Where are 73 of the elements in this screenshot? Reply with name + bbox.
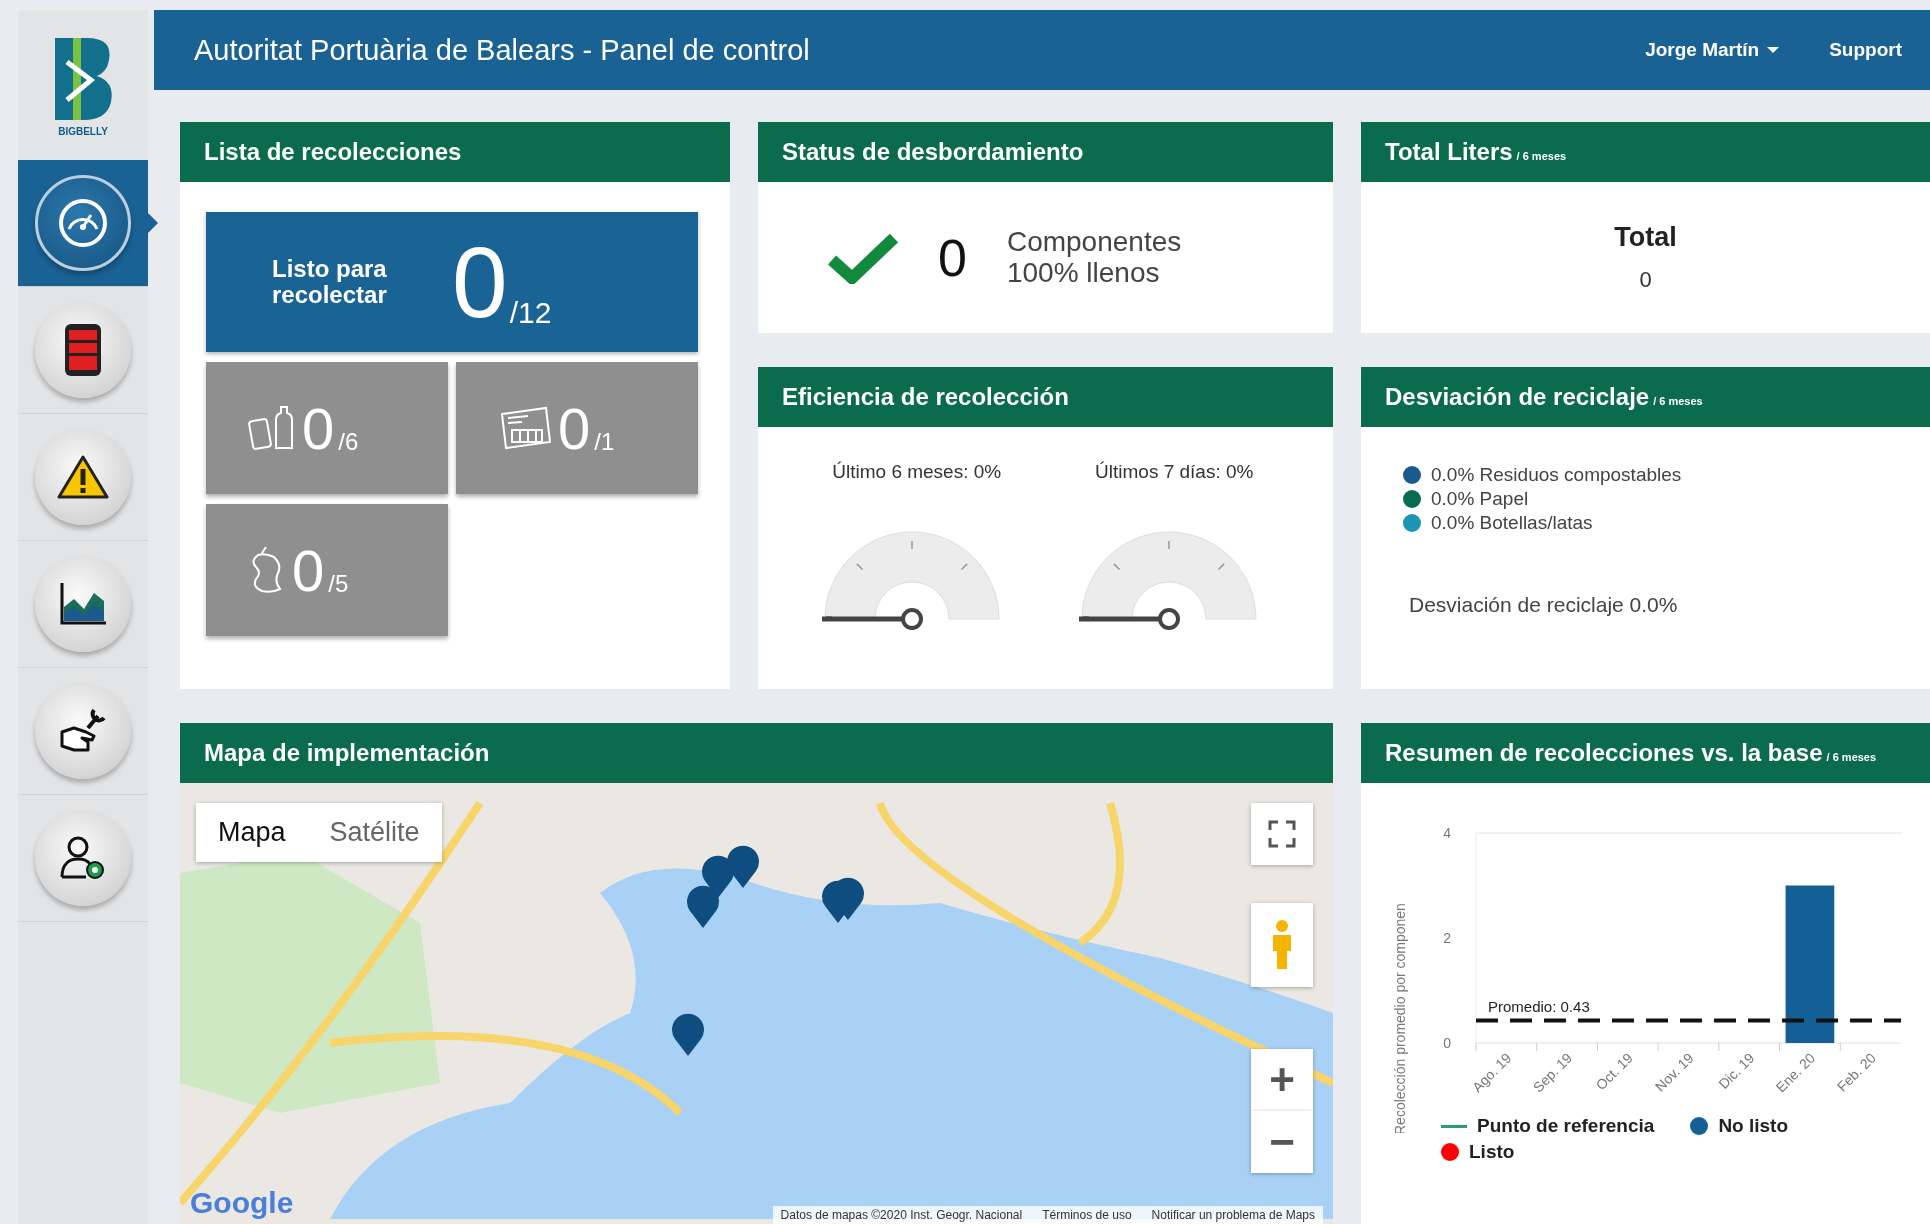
overflow-label: Componentes 100% llenos (1006, 226, 1183, 289)
axis-tick-label: Ene. 20 (1772, 1049, 1819, 1096)
gauge-label: Últimos 7 días: 0% (1095, 461, 1254, 483)
zoom-in-button[interactable]: + (1251, 1049, 1313, 1111)
diversion-summary: Desviación de reciclaje 0.0% (1408, 593, 1679, 617)
axis-tick-label: Nov. 19 (1651, 1049, 1697, 1095)
logo: BIGBELLY (18, 10, 148, 160)
stream-total: /1 (594, 428, 615, 456)
map-type-tab[interactable]: Satélite (307, 803, 442, 862)
stream-count: 0 (302, 394, 335, 462)
support-link[interactable]: Support (1829, 39, 1902, 61)
attribution-text[interactable]: Términos de uso (1042, 1208, 1132, 1222)
map-pin-icon (725, 843, 761, 889)
check-icon (828, 231, 898, 284)
panel-header: Eficiencia de recolección (758, 367, 1333, 427)
axis-tick-label: 2 (1443, 930, 1451, 946)
stream-count: 0 (292, 536, 325, 604)
average-label: Promedio: 0.43 (1488, 998, 1590, 1016)
panel-header: Lista de recolecciones (180, 122, 730, 182)
axis-tick-label: Feb. 20 (1833, 1049, 1879, 1095)
total-value: 0 (1639, 267, 1652, 293)
legend-label: 0.0% Residuos compostables (1431, 463, 1682, 487)
google-logo: Google (190, 1186, 294, 1220)
axis-tick-label: 0 (1443, 1035, 1451, 1051)
fullscreen-icon (1268, 820, 1296, 848)
legend-label: No listo (1718, 1115, 1789, 1137)
page-title: Autoritat Portuària de Balears - Panel de control (194, 33, 811, 67)
legend-label: Punto de referencia (1477, 1115, 1655, 1137)
map-pin-icon (685, 883, 721, 929)
panel-header: Resumen de recolecciones vs. la base / 6 meses (1361, 723, 1930, 783)
nav-button[interactable] (35, 683, 131, 779)
map-pin-icon (670, 1011, 706, 1057)
axis-tick-label: Dic. 19 (1715, 1049, 1758, 1092)
nav-button[interactable] (35, 175, 131, 271)
caret-icon (1767, 47, 1780, 53)
map-type-tab[interactable]: Mapa (196, 803, 308, 862)
attribution-text[interactable]: Notificar un problema de Maps (1151, 1208, 1315, 1222)
user-menu[interactable]: Jorge Martín (1645, 39, 1780, 61)
panel-header: Status de desbordamiento (758, 122, 1333, 182)
legend-label: 0.0% Papel (1431, 487, 1529, 511)
chart-icon (58, 581, 108, 627)
zoom-out-button[interactable]: − (1251, 1111, 1313, 1173)
ready-label: Listo para recolectar (272, 255, 388, 309)
attribution-text[interactable]: Datos de mapas ©2020 Inst. Geogr. Nacional (780, 1208, 1023, 1222)
stream-total: /6 (338, 428, 359, 456)
newspaper-icon (498, 404, 554, 452)
nav-button[interactable] (35, 302, 131, 398)
gauge-label: Último 6 meses: 0% (832, 461, 1002, 483)
nav-button[interactable] (35, 556, 131, 652)
nav-button[interactable] (35, 429, 131, 525)
map-pin-icon (700, 853, 736, 899)
nav-button[interactable] (35, 810, 131, 906)
stream-count: 0 (558, 394, 591, 462)
bin-icon (63, 322, 103, 378)
fullscreen-button[interactable] (1251, 803, 1313, 865)
legend-label: Listo (1469, 1141, 1515, 1163)
ready-total: /12 (509, 296, 552, 330)
axis-tick-label: Ago. 19 (1469, 1049, 1515, 1096)
axis-tick-label: 4 (1443, 825, 1451, 841)
panel-header: Desviación de reciclaje / 6 meses (1361, 367, 1930, 427)
axis-title: Recolección promedio por componen (1392, 903, 1408, 1133)
legend-label: 0.0% Botellas/latas (1431, 511, 1593, 535)
map-view[interactable]: Mapa Satélite + − Google Datos de mapas ©2020 Inst. Geogr. Nacional Términos de uso Notificar un problema de Maps (180, 783, 1333, 1224)
axis-tick-label: Oct. 19 (1592, 1049, 1636, 1094)
panel-header: Mapa de implementación (180, 723, 1333, 783)
total-label: Total (1614, 222, 1677, 253)
ready-count: 0 (452, 232, 508, 332)
overflow-count: 0 (938, 227, 967, 288)
stream-total: /5 (328, 570, 349, 598)
selection-pointer (148, 213, 158, 233)
axis-tick-label: Sep. 19 (1529, 1049, 1576, 1096)
panel-header: Total Liters / 6 meses (1361, 122, 1930, 182)
warning-icon (57, 454, 109, 500)
